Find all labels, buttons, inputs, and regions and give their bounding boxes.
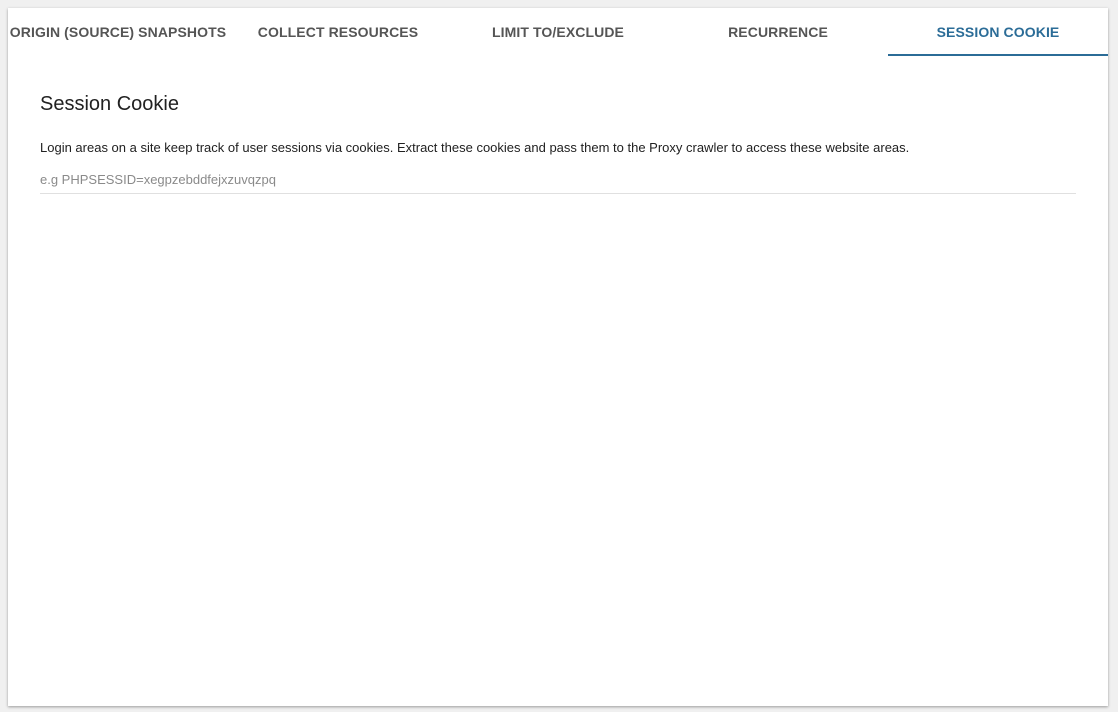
tab-recurrence[interactable]: RECURRENCE <box>668 8 888 56</box>
session-cookie-panel: Session Cookie Login areas on a site kee… <box>40 92 1076 194</box>
tab-session-cookie[interactable]: SESSION COOKIE <box>888 8 1108 56</box>
session-cookie-input[interactable] <box>40 166 1076 194</box>
tab-origin-snapshots[interactable]: ORIGIN (SOURCE) SNAPSHOTS <box>8 8 228 56</box>
section-title: Session Cookie <box>40 93 179 115</box>
settings-card: ORIGIN (SOURCE) SNAPSHOTS COLLECT RESOUR… <box>8 8 1108 706</box>
tab-limit-exclude[interactable]: LIMIT TO/EXCLUDE <box>448 8 668 56</box>
tab-bar: ORIGIN (SOURCE) SNAPSHOTS COLLECT RESOUR… <box>8 8 1108 56</box>
section-description: Login areas on a site keep track of user… <box>40 140 910 155</box>
tab-collect-resources[interactable]: COLLECT RESOURCES <box>228 8 448 56</box>
